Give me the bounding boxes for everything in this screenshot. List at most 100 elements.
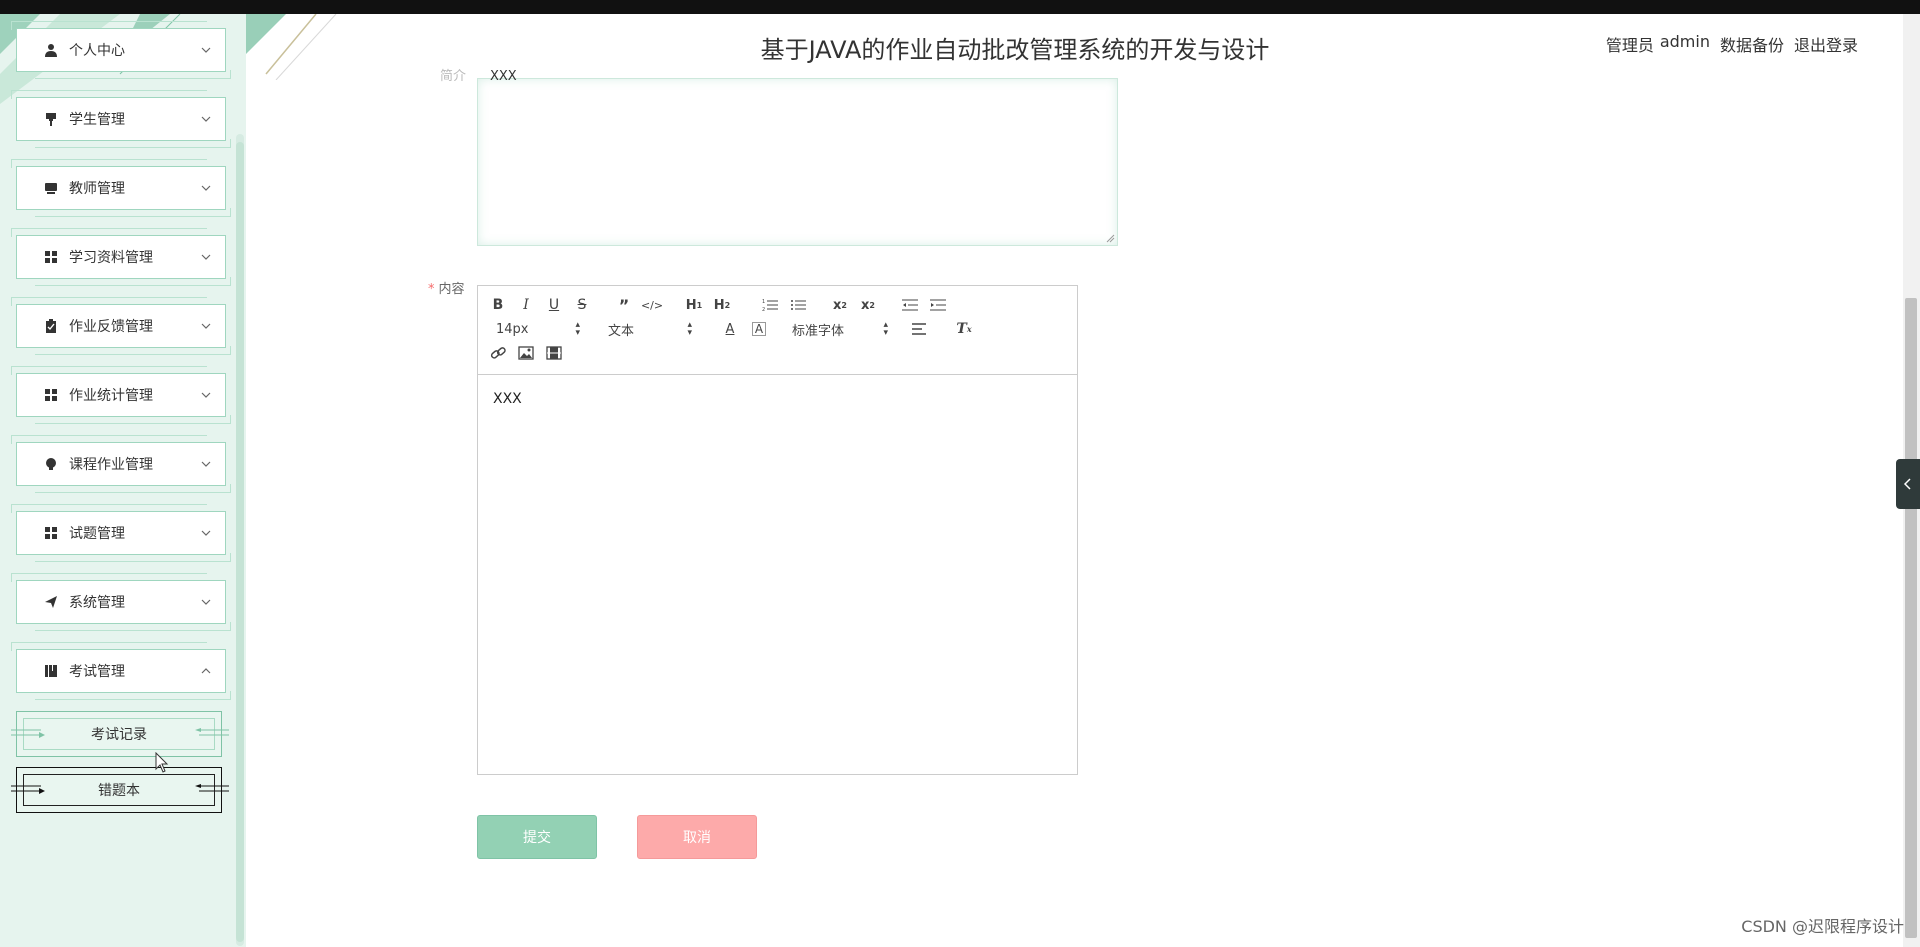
chevron-down-icon xyxy=(201,461,211,467)
link-icon[interactable] xyxy=(488,344,508,362)
resize-grip-icon[interactable] xyxy=(1105,233,1115,243)
mouse-cursor-icon xyxy=(155,752,169,773)
chevron-left-icon xyxy=(1903,478,1911,490)
header-2-icon[interactable]: H2 xyxy=(712,296,732,314)
sidebar-item-question-management[interactable]: 试题管理 xyxy=(11,504,231,562)
svg-text:1: 1 xyxy=(762,299,765,305)
username: admin xyxy=(1659,32,1710,51)
submenu-item-label: 考试记录 xyxy=(91,727,147,743)
background-color-icon[interactable]: A xyxy=(752,322,766,336)
font-size-value: 14px xyxy=(496,321,529,337)
outdent-icon[interactable] xyxy=(900,296,920,314)
sidebar-item-course-homework[interactable]: 课程作业管理 xyxy=(11,435,231,493)
page-scrollbar[interactable] xyxy=(1905,298,1917,938)
clear-format-icon[interactable]: Tx xyxy=(954,320,974,338)
editor-content[interactable]: XXX xyxy=(493,391,522,407)
sidebar-item-label: 考试管理 xyxy=(69,664,125,680)
chevron-down-icon xyxy=(201,47,211,53)
image-icon[interactable] xyxy=(516,344,536,362)
sidebar-item-student-management[interactable]: 学生管理 xyxy=(11,90,231,148)
font-color-icon[interactable]: A xyxy=(720,320,740,338)
window-top-bar xyxy=(0,0,1920,14)
strikethrough-icon[interactable]: S xyxy=(572,296,592,314)
sidebar-item-label: 系统管理 xyxy=(69,595,125,611)
chevron-down-icon xyxy=(201,116,211,122)
sidebar-item-system-management[interactable]: 系统管理 xyxy=(11,573,231,631)
video-icon[interactable] xyxy=(544,344,564,362)
sidebar-item-label: 学习资料管理 xyxy=(69,250,153,266)
underline-icon[interactable]: U xyxy=(544,296,564,314)
content-label: * 内容 xyxy=(428,278,465,297)
sidebar-item-label: 课程作业管理 xyxy=(69,457,153,473)
indent-icon[interactable] xyxy=(928,296,948,314)
cancel-button[interactable]: 取消 xyxy=(637,815,757,859)
select-caret-icon: ▴ ▾ xyxy=(687,320,692,338)
chevron-down-icon xyxy=(201,323,211,329)
sidebar-item-teacher-management[interactable]: 教师管理 xyxy=(11,159,231,217)
header-select[interactable]: 文本 ▴ ▾ xyxy=(608,320,692,339)
backup-link[interactable]: 数据备份 xyxy=(1720,32,1784,56)
required-asterisk: * xyxy=(428,282,435,297)
user-role: 管理员 xyxy=(1605,36,1654,55)
chevron-down-icon xyxy=(201,530,211,536)
sidebar-item-label: 试题管理 xyxy=(69,526,125,542)
font-size-select[interactable]: 14px ▴ ▾ xyxy=(496,320,580,338)
pin-icon xyxy=(43,111,59,127)
submit-button[interactable]: 提交 xyxy=(477,815,597,859)
chevron-down-icon xyxy=(201,599,211,605)
subscript-icon[interactable]: x2 xyxy=(830,296,850,314)
book-icon xyxy=(43,663,59,679)
arrows-right-icon xyxy=(11,785,45,794)
submenu-item-wrong-questions[interactable]: 错题本 xyxy=(11,767,229,813)
sidebar-item-homework-feedback[interactable]: 作业反馈管理 xyxy=(11,297,231,355)
logout-link[interactable]: 退出登录 xyxy=(1794,32,1858,56)
arrows-left-icon xyxy=(195,728,229,736)
grid-icon xyxy=(43,249,59,265)
content-label-text: 内容 xyxy=(438,282,465,297)
select-caret-icon: ▴ ▾ xyxy=(575,320,580,338)
arrows-right-icon xyxy=(11,729,45,738)
bulb-icon xyxy=(43,456,59,472)
intro-text: XXX xyxy=(490,69,517,84)
submenu-item-label: 错题本 xyxy=(98,783,140,799)
collapse-panel-button[interactable] xyxy=(1896,459,1920,509)
font-family-select[interactable]: 标准字体 ▴ ▾ xyxy=(792,320,888,339)
chevron-up-icon xyxy=(201,668,211,674)
intro-label: 简介 xyxy=(440,69,467,84)
chevron-down-icon xyxy=(201,254,211,260)
sidebar-item-label: 作业统计管理 xyxy=(69,388,153,404)
align-left-icon[interactable] xyxy=(910,320,930,338)
code-block-icon[interactable]: </> xyxy=(641,296,663,314)
rich-text-editor[interactable]: B I U S ” </> H1 H2 12 x2 x2 14px ▴ ▾ 文本 … xyxy=(477,285,1078,775)
header-select-value: 文本 xyxy=(608,323,635,339)
bold-icon[interactable]: B xyxy=(488,296,508,314)
user-icon xyxy=(43,42,59,58)
submenu-item-exam-records[interactable]: 考试记录 xyxy=(11,711,229,757)
ordered-list-icon[interactable]: 12 xyxy=(760,296,780,314)
superscript-icon[interactable]: x2 xyxy=(858,296,878,314)
bullet-list-icon[interactable] xyxy=(788,296,808,314)
send-icon xyxy=(43,594,59,610)
blockquote-icon[interactable]: ” xyxy=(614,296,634,315)
sidebar-item-label: 个人中心 xyxy=(69,43,125,59)
sidebar-item-study-materials[interactable]: 学习资料管理 xyxy=(11,228,231,286)
header-decoration xyxy=(246,14,337,80)
chevron-down-icon xyxy=(201,185,211,191)
sidebar-item-label: 教师管理 xyxy=(69,181,125,197)
intro-textarea[interactable]: XXX xyxy=(477,69,1118,246)
arrows-left-icon xyxy=(195,784,229,792)
user-area: 管理员 admin 数据备份 退出登录 xyxy=(1606,32,1858,56)
chevron-down-icon xyxy=(201,392,211,398)
watermark: CSDN @迟限程序设计 xyxy=(1741,917,1904,936)
page-title: 基于JAVA的作业自动批改管理系统的开发与设计 xyxy=(760,36,1270,64)
sidebar-item-homework-statistics[interactable]: 作业统计管理 xyxy=(11,366,231,424)
sidebar-item-exam-management[interactable]: 考试管理 xyxy=(11,642,231,700)
sidebar-item-personal-center[interactable]: 个人中心 xyxy=(11,21,231,79)
clipboard-icon xyxy=(43,318,59,334)
header-1-icon[interactable]: H1 xyxy=(684,296,704,314)
sidebar-scrollbar[interactable] xyxy=(236,142,244,942)
font-family-value: 标准字体 xyxy=(792,323,845,339)
editor-toolbar: B I U S ” </> H1 H2 12 x2 x2 14px ▴ ▾ 文本 … xyxy=(478,286,1077,375)
italic-icon[interactable]: I xyxy=(516,296,536,314)
sidebar-item-label: 学生管理 xyxy=(69,112,125,128)
